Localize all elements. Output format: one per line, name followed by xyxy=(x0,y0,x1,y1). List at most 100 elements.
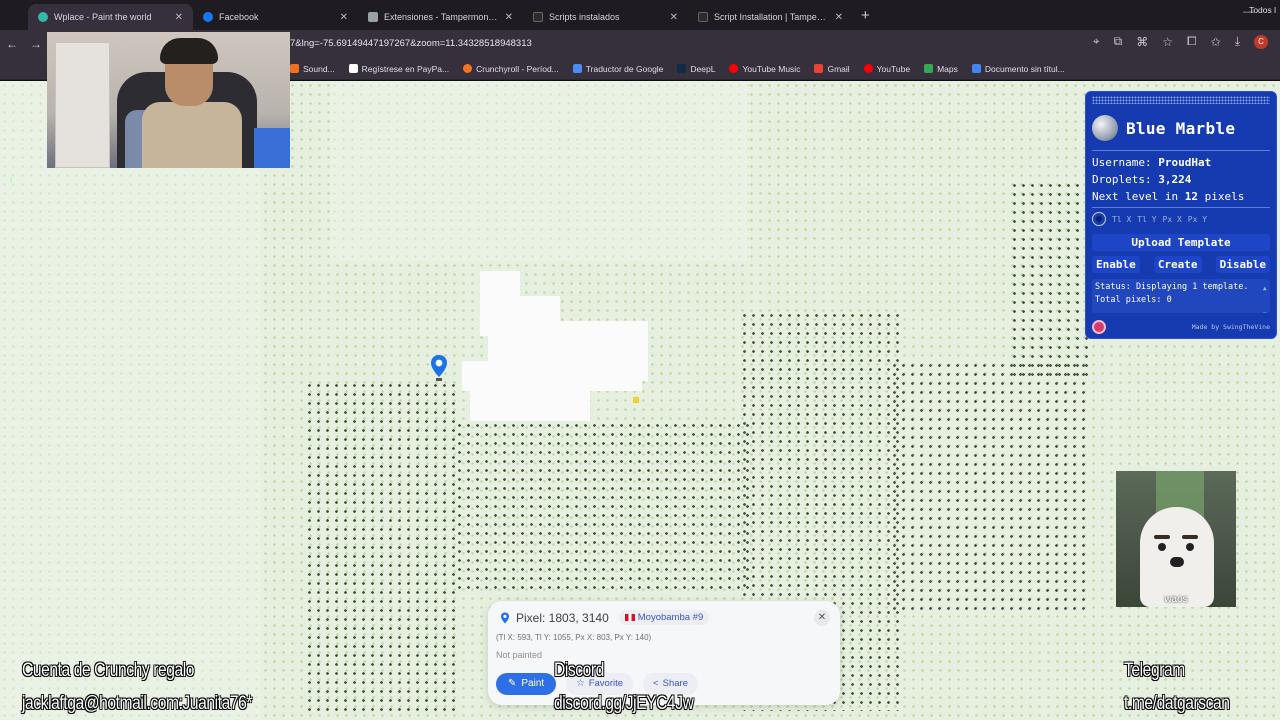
paint-status: Not painted xyxy=(496,650,543,660)
tab-facebook[interactable]: Facebook ✕ xyxy=(193,4,358,30)
tile-y-input[interactable]: Tl Y xyxy=(1137,215,1156,224)
toolbar-icons: ⌖ ⧉ ⌘ ☆ ⧠ ✩ ⤓ C xyxy=(1093,34,1268,49)
close-icon[interactable]: ✕ xyxy=(340,12,348,23)
dog-eye xyxy=(1158,543,1166,551)
bookmark-star-icon[interactable]: ☆ xyxy=(1162,35,1173,49)
address-bar[interactable]: 7&lng=-75.69149447197267&zoom=11.3432851… xyxy=(290,35,1050,53)
translate-icon[interactable]: ⌘ xyxy=(1136,35,1148,49)
map-light-region xyxy=(0,81,260,720)
webcam-object xyxy=(254,128,290,168)
scrollbar[interactable]: ▲▼ xyxy=(1263,282,1268,313)
panel-title: Blue Marble xyxy=(1126,118,1236,138)
all-bookmarks-folder[interactable]: Todos l xyxy=(1249,5,1276,15)
install-app-icon[interactable]: ⧉ xyxy=(1114,34,1123,49)
webcam-background xyxy=(55,42,110,168)
brush-icon: ✎ xyxy=(508,678,517,689)
bookmark-item[interactable]: Maps xyxy=(924,64,958,74)
painted-pixel xyxy=(633,397,639,403)
bookmark-item[interactable]: DeepL xyxy=(677,64,715,74)
next-level-row: Next level in 12 pixels xyxy=(1092,190,1245,203)
crunchyroll-icon xyxy=(463,64,473,73)
template-actions: Enable Create Disable xyxy=(1092,256,1270,273)
tab-label: Facebook xyxy=(219,12,259,22)
dog-nose xyxy=(1170,557,1184,567)
forward-button[interactable]: → xyxy=(24,37,48,51)
create-button[interactable]: Create xyxy=(1153,256,1202,273)
page-icon xyxy=(348,64,358,73)
gmail-icon xyxy=(814,64,824,73)
droplets-row: Droplets: 3,224 xyxy=(1092,173,1192,186)
map-dark-region xyxy=(890,361,1090,611)
webcam-hair xyxy=(160,38,218,64)
facebook-icon xyxy=(203,12,213,22)
webcam-person xyxy=(142,102,242,168)
dog-eye xyxy=(1186,543,1194,551)
region-chip[interactable]: Moyobamba #9 xyxy=(618,610,710,625)
pixel-info-popup: Pixel: 1803, 3140 Moyobamba #9 ✕ (Tl X: … xyxy=(488,601,840,705)
location-pin-icon xyxy=(501,612,509,623)
pin-coordinates-button[interactable] xyxy=(1092,212,1106,226)
bookmark-item[interactable]: Sound... xyxy=(290,64,335,74)
bookmark-item[interactable]: Crunchyroll - Períod... xyxy=(463,64,559,74)
popup-header: Pixel: 1803, 3140 Moyobamba #9 xyxy=(500,610,710,625)
bookmark-item[interactable]: YouTube xyxy=(863,64,910,74)
panel-header: Blue Marble xyxy=(1092,115,1235,141)
panel-footer: Made by SwingTheVine xyxy=(1092,320,1270,334)
blue-marble-panel: Blue Marble Username: ProudHat Droplets:… xyxy=(1085,91,1277,339)
tampermonkey-icon xyxy=(698,12,708,22)
tile-x-input[interactable]: Tl X xyxy=(1112,215,1131,224)
divider xyxy=(1092,150,1270,151)
tab-script-installation[interactable]: Script Installation | Tampermon ✕ xyxy=(688,4,853,30)
bookmark-item[interactable]: Traductor de Google xyxy=(572,64,663,74)
google-translate-icon xyxy=(572,64,582,73)
close-icon[interactable]: ✕ xyxy=(175,12,183,23)
credits: Made by SwingTheVine xyxy=(1191,323,1270,331)
tile-coordinates: (Tl X: 593, Tl Y: 1055, Px X: 803, Px Y:… xyxy=(496,633,652,642)
disable-button[interactable]: Disable xyxy=(1215,256,1270,273)
enable-button[interactable]: Enable xyxy=(1092,256,1140,273)
discord-title-overlay: Discord xyxy=(554,660,604,681)
close-popup-button[interactable]: ✕ xyxy=(814,610,830,626)
paint-button[interactable]: ✎ Paint xyxy=(496,673,557,695)
status-textarea[interactable]: Status: Displaying 1 template. Total pix… xyxy=(1092,279,1270,313)
extensions-icon[interactable]: ⧠ xyxy=(1187,34,1197,49)
bookmark-item[interactable]: Regístrese en PayPa... xyxy=(348,64,449,74)
upload-template-button[interactable]: Upload Template xyxy=(1092,234,1270,251)
close-icon[interactable]: ✕ xyxy=(670,12,678,23)
location-icon[interactable]: ⌖ xyxy=(1093,34,1100,49)
drag-handle[interactable] xyxy=(1092,96,1270,104)
bookmark-item[interactable]: YouTube Music xyxy=(729,64,800,74)
close-icon[interactable]: ✕ xyxy=(505,12,513,23)
new-tab-button[interactable]: + xyxy=(861,7,870,24)
coordinate-inputs: Tl X Tl Y Px X Px Y xyxy=(1092,212,1207,226)
close-icon[interactable]: ✕ xyxy=(835,12,843,23)
tab-wplace[interactable]: Wplace - Paint the world ✕ xyxy=(28,4,193,30)
map-light-region xyxy=(330,81,750,261)
tab-bar: Wplace - Paint the world ✕ Facebook ✕ Ex… xyxy=(0,0,1280,30)
profile-avatar[interactable]: C xyxy=(1254,34,1268,49)
tab-installed-scripts[interactable]: Scripts instalados ✕ xyxy=(523,4,688,30)
bookmark-item[interactable]: Gmail xyxy=(814,64,850,74)
streamer-webcam xyxy=(47,32,290,168)
pixel-x-input[interactable]: Px X xyxy=(1163,215,1182,224)
tab-tampermonkey-extensions[interactable]: Extensiones - Tampermonkey ✕ xyxy=(358,4,523,30)
crunchy-account-overlay: jacklaftga@hotmail.com:Juanita76* xyxy=(22,693,253,714)
tampermonkey-icon xyxy=(533,12,543,22)
pixel-y-input[interactable]: Px Y xyxy=(1188,215,1207,224)
back-button[interactable]: ← xyxy=(0,37,24,51)
dog-eyebrow xyxy=(1154,535,1170,539)
share-button[interactable]: < Share xyxy=(643,673,698,695)
download-icon[interactable]: ⤓ xyxy=(1235,34,1240,49)
location-pin-icon[interactable] xyxy=(430,354,448,387)
map-info-icon[interactable]: i xyxy=(10,175,12,185)
bookmark-item[interactable]: Documento sin títul... xyxy=(971,64,1065,74)
docs-icon xyxy=(971,64,981,73)
youtube-icon xyxy=(863,64,873,73)
telegram-link-overlay: t.me/datgarscan xyxy=(1124,693,1230,714)
favorites-icon[interactable]: ✩ xyxy=(1211,35,1221,49)
settings-icon[interactable] xyxy=(1092,320,1106,334)
divider xyxy=(1092,207,1270,208)
tab-label: Extensiones - Tampermonkey xyxy=(384,12,499,22)
map-dark-region xyxy=(305,381,455,711)
share-icon: < xyxy=(653,678,659,689)
